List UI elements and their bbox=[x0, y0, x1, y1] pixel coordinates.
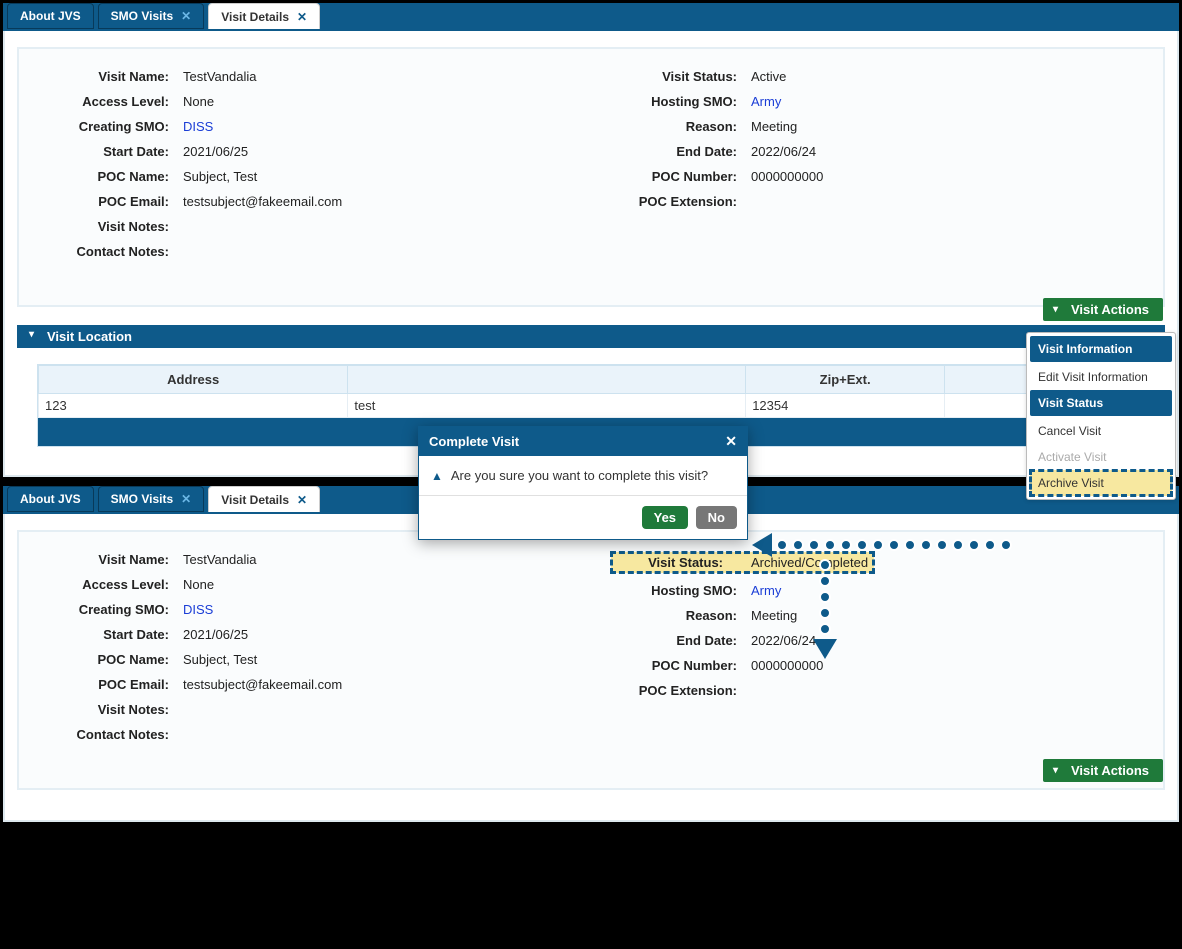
yes-button[interactable]: Yes bbox=[642, 506, 688, 529]
menu-cancel-visit[interactable]: Cancel Visit bbox=[1030, 418, 1172, 444]
close-icon[interactable]: ✕ bbox=[297, 493, 307, 507]
tab-smo-visits[interactable]: SMO Visits✕ bbox=[98, 486, 205, 512]
menu-activate-visit: Activate Visit bbox=[1030, 444, 1172, 470]
value-visit-status: Archived/Completed bbox=[751, 555, 868, 570]
visit-details-box: Visit Name:TestVandalia Access Level:Non… bbox=[17, 47, 1165, 307]
menu-edit-visit-information[interactable]: Edit Visit Information bbox=[1030, 364, 1172, 390]
tab-about[interactable]: About JVS bbox=[7, 3, 94, 29]
table-row[interactable]: 123 test 12354 United S bbox=[39, 394, 1144, 418]
panel-before: About JVS SMO Visits✕ Visit Details✕ Vis… bbox=[3, 3, 1179, 477]
visit-location-header[interactable]: Visit Location bbox=[17, 325, 1165, 348]
value-visit-name: TestVandalia bbox=[183, 69, 256, 84]
close-icon[interactable]: ✕ bbox=[181, 9, 191, 23]
creating-smo-link[interactable]: DISS bbox=[183, 602, 213, 617]
close-icon[interactable]: ✕ bbox=[725, 433, 737, 450]
tab-about[interactable]: About JVS bbox=[7, 486, 94, 512]
visit-actions-button[interactable]: Visit Actions bbox=[1043, 298, 1163, 321]
close-icon[interactable]: ✕ bbox=[181, 492, 191, 506]
visit-actions-menu: Visit Information Edit Visit Information… bbox=[1026, 332, 1176, 500]
dialog-message: Are you sure you want to complete this v… bbox=[451, 468, 708, 483]
value-visit-status: Active bbox=[751, 69, 786, 84]
label-visit-name: Visit Name: bbox=[43, 69, 183, 84]
no-button[interactable]: No bbox=[696, 506, 737, 529]
menu-archive-visit[interactable]: Archive Visit bbox=[1030, 470, 1172, 496]
menu-section-visit-information: Visit Information bbox=[1030, 336, 1172, 362]
tab-strip: About JVS SMO Visits✕ Visit Details✕ bbox=[3, 3, 1179, 31]
visit-actions-button[interactable]: Visit Actions bbox=[1043, 759, 1163, 782]
tab-smo-visits[interactable]: SMO Visits✕ bbox=[98, 3, 205, 29]
close-icon[interactable]: ✕ bbox=[297, 10, 307, 24]
complete-visit-dialog: Complete Visit ✕ ▲ Are you sure you want… bbox=[418, 426, 748, 540]
menu-section-visit-status: Visit Status bbox=[1030, 390, 1172, 416]
hosting-smo-link[interactable]: Army bbox=[751, 583, 781, 598]
creating-smo-link[interactable]: DISS bbox=[183, 119, 213, 134]
dialog-title: Complete Visit bbox=[429, 434, 519, 449]
tab-visit-details[interactable]: Visit Details✕ bbox=[208, 486, 320, 512]
arrow-vertical-icon bbox=[813, 559, 837, 659]
hosting-smo-link[interactable]: Army bbox=[751, 94, 781, 109]
tab-visit-details[interactable]: Visit Details✕ bbox=[208, 3, 320, 29]
label-visit-status: Visit Status: bbox=[611, 69, 751, 84]
warning-icon: ▲ bbox=[431, 469, 443, 483]
visit-details-box: Visit Name:TestVandalia Access Level:Non… bbox=[17, 530, 1165, 790]
arrow-horizontal-icon bbox=[752, 533, 1012, 557]
